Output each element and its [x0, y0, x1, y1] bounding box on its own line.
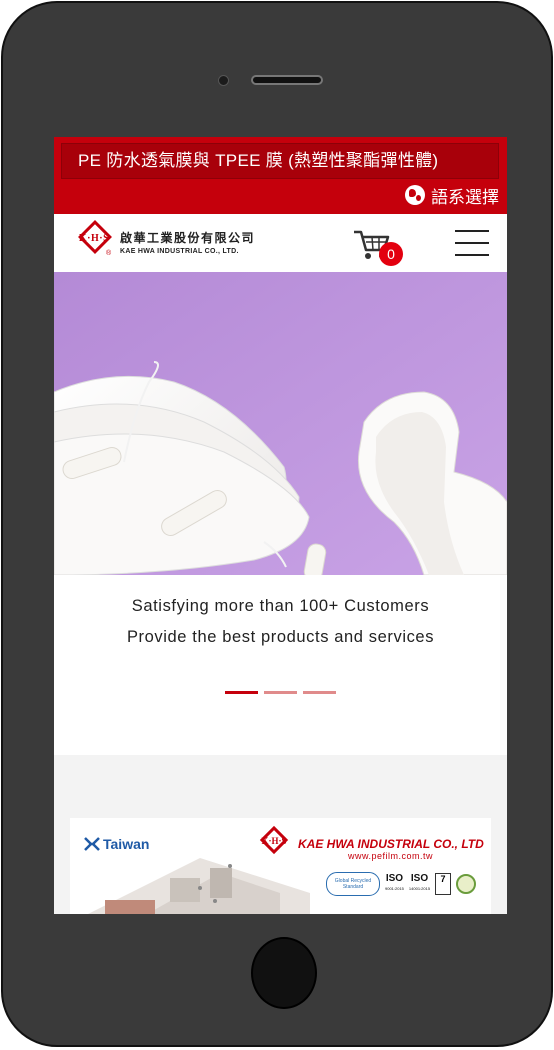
- hero-slide-image: [54, 272, 507, 575]
- eco-label-badge: [456, 874, 477, 894]
- cart-button[interactable]: 0: [352, 228, 408, 268]
- sanitary-pads-photo: [54, 272, 507, 575]
- hero-caption: Satisfying more than 100+ Customers Prov…: [54, 575, 507, 755]
- slide-indicator-1[interactable]: [225, 691, 258, 694]
- logo-chinese-name: 啟華工業股份有限公司: [120, 231, 256, 245]
- logo-mark-text: K·H·S: [78, 233, 110, 244]
- caption-line-1: Satisfying more than 100+ Customers: [131, 597, 430, 615]
- slide-indicator-3[interactable]: [303, 691, 336, 694]
- logo-english-name: KAE HWA INDUSTRIAL CO., LTD.: [120, 248, 239, 255]
- iso-9001-badge: ISO 9001:2015: [385, 873, 404, 892]
- navbar: K·H·S ® 啟華工業股份有限公司 KAE HWA INDUSTRIAL CO…: [54, 214, 507, 273]
- company-logo[interactable]: K·H·S ® 啟華工業股份有限公司 KAE HWA INDUSTRIAL CO…: [72, 220, 256, 260]
- language-label: 語系選擇: [431, 187, 499, 207]
- grs-certificate: Global Recycled Standard: [326, 872, 380, 896]
- slide-indicator-2[interactable]: [264, 691, 297, 694]
- hamburger-menu-icon[interactable]: [455, 229, 489, 257]
- banner-mark-text: K·H·S: [261, 836, 287, 846]
- globe-icon: [405, 185, 425, 205]
- mobile-screen: PE 防水透氣膜與 TPEE 膜 (熱塑性聚酯彈性體) 語系選擇 K·H·S ®…: [54, 137, 507, 914]
- page-title: PE 防水透氣膜與 TPEE 膜 (熱塑性聚酯彈性體): [61, 143, 499, 179]
- banner-company-name: KAE HWA INDUSTRIAL CO., LTD: [298, 837, 484, 851]
- iso-14001-badge: ISO 14001:2015: [408, 873, 431, 892]
- factory-illustration: [88, 858, 310, 914]
- slide-indicators: [225, 691, 336, 694]
- language-selector[interactable]: 語系選擇: [405, 182, 499, 208]
- home-button[interactable]: [251, 937, 317, 1009]
- speaker-grille: [251, 75, 323, 85]
- khs-logo-mark: K·H·S ®: [72, 220, 114, 260]
- top-bar: PE 防水透氣膜與 TPEE 膜 (熱塑性聚酯彈性體) 語系選擇: [54, 137, 507, 214]
- recycling-code-badge: 7: [435, 873, 452, 895]
- company-banner: Taiwan K·H·S KAE HWA INDUSTRIAL CO., LTD…: [70, 818, 491, 914]
- camera-icon: [218, 75, 229, 86]
- cart-count-badge: 0: [379, 242, 403, 266]
- caption-line-2: Provide the best products and services: [126, 628, 435, 646]
- banner-url: www.pefilm.com.tw: [348, 851, 434, 861]
- certifications: Global Recycled Standard ISO 9001:2015 IS…: [326, 872, 477, 896]
- lower-section: Taiwan K·H·S KAE HWA INDUSTRIAL CO., LTD…: [54, 755, 507, 914]
